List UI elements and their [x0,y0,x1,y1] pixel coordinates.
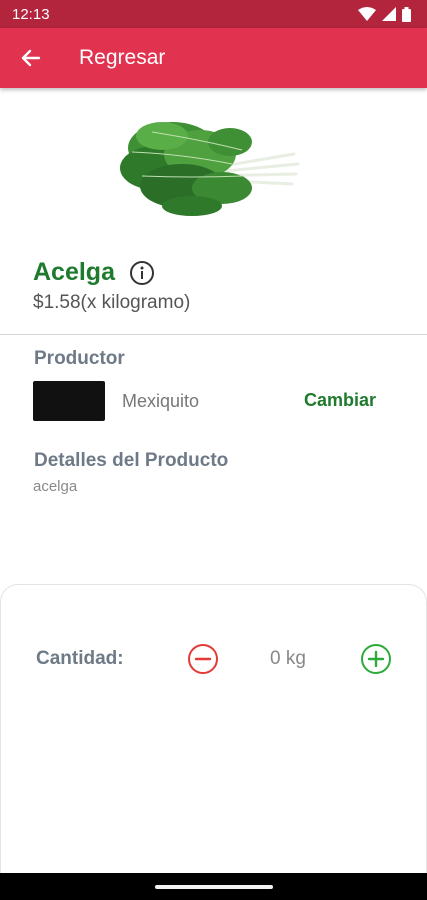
product-price: $1.58(x kilogramo) [33,292,191,313]
status-time: 12:13 [12,5,50,23]
plus-circle-icon[interactable] [360,643,392,675]
producer-section-title: Productor [34,348,125,369]
battery-icon [402,6,411,22]
status-icons [358,6,411,22]
signal-icon [382,7,396,21]
quantity-card [0,584,427,884]
status-bar: 12:13 [0,0,427,28]
product-name-row: Acelga [33,258,155,287]
home-indicator[interactable] [155,885,273,889]
app-bar: Regresar [0,28,427,88]
arrow-left-icon [21,49,41,67]
system-nav-bar [0,873,427,900]
wifi-icon [358,7,376,21]
details-section-title: Detalles del Producto [34,450,229,471]
quantity-value: 0 kg [270,648,306,669]
producer-image [33,381,105,421]
info-icon[interactable] [129,260,155,286]
producer-name: Mexiquito [122,391,200,411]
chard-leaves-image [120,122,300,216]
minus-circle-icon[interactable] [187,643,219,675]
back-button[interactable] [0,28,62,88]
product-name: Acelga [33,258,115,286]
divider [0,334,427,335]
details-text: acelga [33,478,78,495]
app-bar-title[interactable]: Regresar [79,46,165,70]
quantity-label: Cantidad: [36,648,124,669]
change-producer-button[interactable]: Cambiar [304,390,376,411]
